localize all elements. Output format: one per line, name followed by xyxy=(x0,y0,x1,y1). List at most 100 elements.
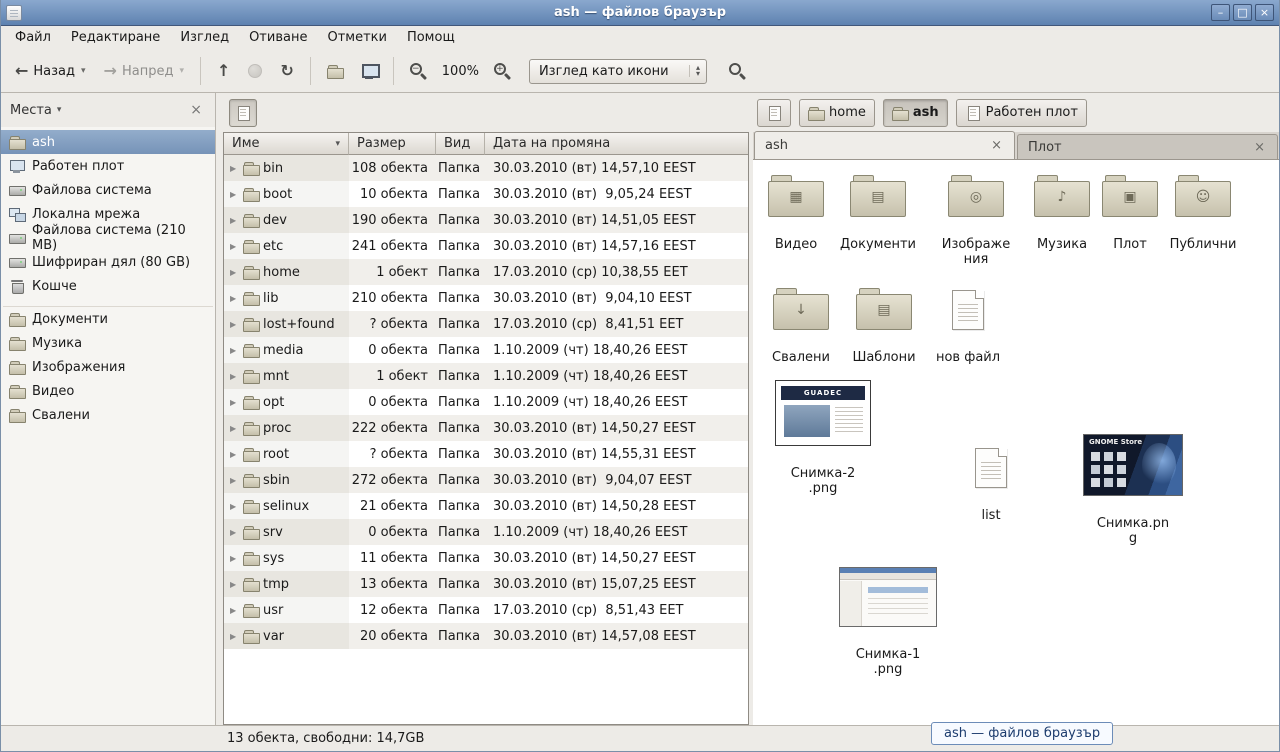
expander-icon[interactable]: ▶ xyxy=(230,450,239,459)
table-row[interactable]: ▶ mnt 1 обект Папка 1.10.2009 (чт) 18,40… xyxy=(224,363,748,389)
expander-icon[interactable]: ▶ xyxy=(230,242,239,251)
pathbar-crumb[interactable]: home xyxy=(799,99,875,127)
table-row[interactable]: ▶ dev 190 обекта Папка 30.03.2010 (вт) 1… xyxy=(224,207,748,233)
table-row[interactable]: ▶ root ? обекта Папка 30.03.2010 (вт) 14… xyxy=(224,441,748,467)
tab-close-icon[interactable]: × xyxy=(989,138,1004,153)
sidebar-item[interactable]: Файлова система (210 MB) xyxy=(1,226,215,250)
sidebar-item[interactable] xyxy=(3,298,213,307)
sidebar-item[interactable]: ash xyxy=(1,130,215,154)
sidebar-title[interactable]: Места xyxy=(10,103,52,118)
sidebar-item[interactable]: Музика xyxy=(1,331,215,355)
table-row[interactable]: ▶ var 20 обекта Папка 30.03.2010 (вт) 14… xyxy=(224,623,748,649)
tab-close-icon[interactable]: × xyxy=(1252,140,1267,155)
column-header-kind[interactable]: Вид xyxy=(436,133,485,155)
table-row[interactable]: ▶ media 0 обекта Папка 1.10.2009 (чт) 18… xyxy=(224,337,748,363)
pane-splitter[interactable] xyxy=(216,93,223,725)
table-row[interactable]: ▶ etc 241 обекта Папка 30.03.2010 (вт) 1… xyxy=(224,233,748,259)
expander-icon[interactable]: ▶ xyxy=(230,580,239,589)
expander-icon[interactable]: ▶ xyxy=(230,372,239,381)
icon-view-item[interactable]: list xyxy=(946,448,1036,523)
sidebar-item[interactable]: Видео xyxy=(1,379,215,403)
sidebar-item[interactable]: Кошче xyxy=(1,274,215,298)
icon-view-item[interactable]: нов файл xyxy=(923,290,1013,365)
expander-icon[interactable]: ▶ xyxy=(230,398,239,407)
expander-icon[interactable]: ▶ xyxy=(230,164,239,173)
sidebar-item[interactable]: Работен плот xyxy=(1,154,215,178)
icon-view-item[interactable]: ▦ Видео xyxy=(753,175,841,252)
taskbar-window-chip[interactable]: ash — файлов браузър xyxy=(931,722,1113,745)
back-menu-chevron-icon[interactable]: ▾ xyxy=(81,66,86,76)
table-row[interactable]: ▶ proc 222 обекта Папка 30.03.2010 (вт) … xyxy=(224,415,748,441)
icon-view-item[interactable]: ☺ Публични xyxy=(1158,175,1248,252)
column-header-date[interactable]: Дата на промяна xyxy=(485,133,748,155)
pathbar-crumb[interactable] xyxy=(757,99,791,127)
stop-button[interactable] xyxy=(240,57,270,85)
expander-icon[interactable]: ▶ xyxy=(230,268,239,277)
sidebar-chevron-icon[interactable]: ▾ xyxy=(57,105,62,115)
menu-item[interactable]: Файл xyxy=(5,26,61,50)
pathbar-crumb[interactable]: Работен плот xyxy=(956,99,1087,127)
view-mode-select[interactable]: Изглед като икони ▴▾ xyxy=(529,59,707,84)
pathbar-crumb[interactable]: ash xyxy=(883,99,948,127)
menu-item[interactable]: Отметки xyxy=(317,26,396,50)
icon-view-item[interactable]: ↓ Свалени xyxy=(756,288,846,365)
table-row[interactable]: ▶ opt 0 обекта Папка 1.10.2009 (чт) 18,4… xyxy=(224,389,748,415)
table-row[interactable]: ▶ lost+found ? обекта Папка 17.03.2010 (… xyxy=(224,311,748,337)
icon-view-item[interactable]: Снимка-1.png xyxy=(837,567,939,677)
table-row[interactable]: ▶ srv 0 обекта Папка 1.10.2009 (чт) 18,4… xyxy=(224,519,748,545)
table-row[interactable]: ▶ sbin 272 обекта Папка 30.03.2010 (вт) … xyxy=(224,467,748,493)
expander-icon[interactable]: ▶ xyxy=(230,216,239,225)
close-button[interactable]: × xyxy=(1255,4,1274,21)
table-row[interactable]: ▶ selinux 21 обекта Папка 30.03.2010 (вт… xyxy=(224,493,748,519)
expander-icon[interactable]: ▶ xyxy=(230,320,239,329)
icon-view-item[interactable]: ▤ Документи xyxy=(833,175,923,252)
search-button[interactable] xyxy=(721,56,754,87)
expander-icon[interactable]: ▶ xyxy=(230,632,239,641)
sidebar-item[interactable]: Файлова система xyxy=(1,178,215,202)
expander-icon[interactable]: ▶ xyxy=(230,554,239,563)
column-header-size[interactable]: Размер xyxy=(349,133,436,155)
back-button[interactable]: ← Назад ▾ xyxy=(7,56,94,86)
sidebar-item[interactable]: Шифриран дял (80 GB) xyxy=(1,250,215,274)
reload-button[interactable]: ↻ xyxy=(272,56,301,86)
root-location-button[interactable] xyxy=(229,99,257,127)
expander-icon[interactable]: ▶ xyxy=(230,346,239,355)
table-row[interactable]: ▶ tmp 13 обекта Папка 30.03.2010 (вт) 15… xyxy=(224,571,748,597)
sidebar-item[interactable]: Свалени xyxy=(1,403,215,427)
sidebar-item[interactable]: Документи xyxy=(1,307,215,331)
forward-button[interactable]: → Напред ▾ xyxy=(96,56,192,86)
tab[interactable]: Плот × xyxy=(1017,134,1278,159)
expander-icon[interactable]: ▶ xyxy=(230,294,239,303)
computer-button[interactable] xyxy=(353,56,385,86)
table-row[interactable]: ▶ lib 210 обекта Папка 30.03.2010 (вт) 9… xyxy=(224,285,748,311)
tab[interactable]: ash × xyxy=(754,131,1015,159)
icon-view-item[interactable]: ▤ Шаблони xyxy=(839,288,929,365)
sidebar-item[interactable]: Изображения xyxy=(1,355,215,379)
menu-item[interactable]: Редактиране xyxy=(61,26,170,50)
up-button[interactable]: ↑ xyxy=(209,56,238,86)
expander-icon[interactable]: ▶ xyxy=(230,190,239,199)
icon-view-item[interactable]: ◎ Изображения xyxy=(931,175,1021,267)
expander-icon[interactable]: ▶ xyxy=(230,424,239,433)
table-row[interactable]: ▶ usr 12 обекта Папка 17.03.2010 (ср) 8,… xyxy=(224,597,748,623)
column-header-name[interactable]: Име ▾ xyxy=(224,133,349,155)
zoom-out-button[interactable]: − xyxy=(402,56,435,87)
expander-icon[interactable]: ▶ xyxy=(230,502,239,511)
expander-icon[interactable]: ▶ xyxy=(230,476,239,485)
menu-item[interactable]: Помощ xyxy=(397,26,465,50)
table-row[interactable]: ▶ home 1 обект Папка 17.03.2010 (ср) 10,… xyxy=(224,259,748,285)
maximize-button[interactable]: □ xyxy=(1233,4,1252,21)
table-row[interactable]: ▶ bin 108 обекта Папка 30.03.2010 (вт) 1… xyxy=(224,155,748,181)
expander-icon[interactable]: ▶ xyxy=(230,528,239,537)
menu-item[interactable]: Изглед xyxy=(170,26,239,50)
table-row[interactable]: ▶ sys 11 обекта Папка 30.03.2010 (вт) 14… xyxy=(224,545,748,571)
zoom-in-button[interactable]: + xyxy=(486,56,519,87)
menu-item[interactable]: Отиване xyxy=(239,26,317,50)
minimize-button[interactable]: – xyxy=(1211,4,1230,21)
home-button[interactable] xyxy=(319,56,351,86)
icon-view-item[interactable]: GUADEC GUADEC Снимка-2.png xyxy=(773,380,873,496)
table-row[interactable]: ▶ boot 10 обекта Папка 30.03.2010 (вт) 9… xyxy=(224,181,748,207)
sidebar-close-icon[interactable]: × xyxy=(186,100,206,120)
expander-icon[interactable]: ▶ xyxy=(230,606,239,615)
icon-view-item[interactable]: GNOME Store GNOME Store Снимка.png xyxy=(1081,434,1185,546)
